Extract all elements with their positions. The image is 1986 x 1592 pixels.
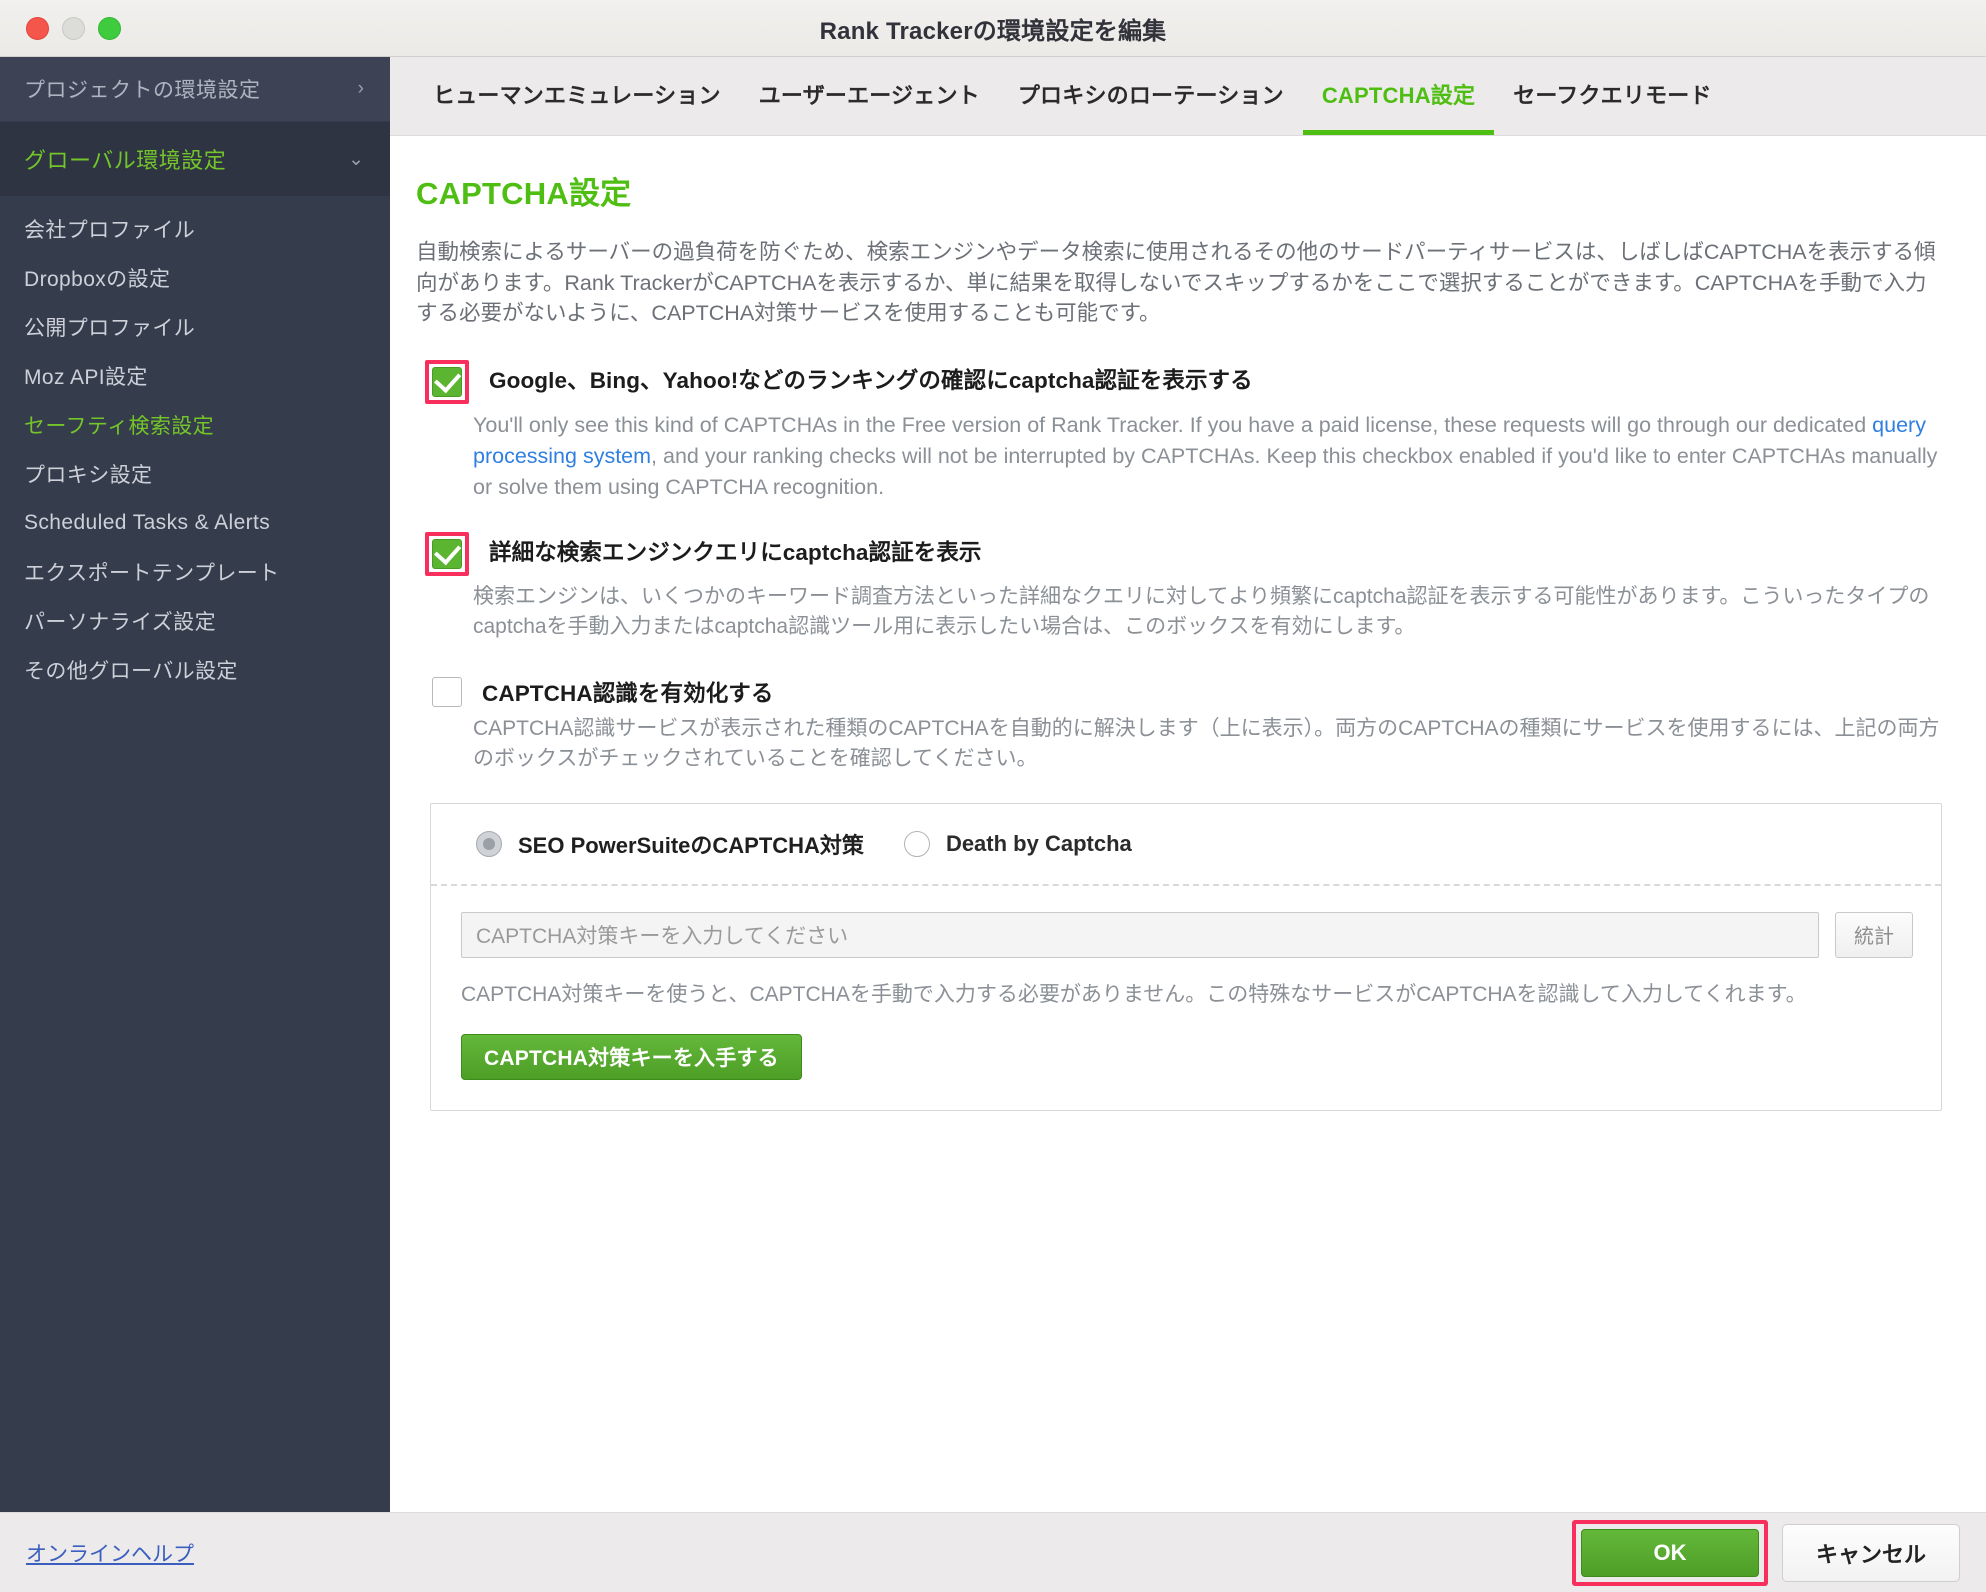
dialog-footer: オンラインヘルプ OK キャンセル	[0, 1512, 1986, 1592]
preferences-window: Rank Trackerの環境設定を編集 プロジェクトの環境設定 › グローバル…	[0, 0, 1986, 1592]
captcha-key-row: CAPTCHA対策キーを入力してください 統計	[431, 886, 1941, 958]
close-window-icon[interactable]	[26, 16, 49, 40]
sidebar-item-public-profile[interactable]: 公開プロファイル	[0, 302, 390, 351]
captcha-settings-pane: CAPTCHA設定 自動検索によるサーバーの過負荷を防ぐため、検索エンジンやデー…	[390, 136, 1986, 1512]
traffic-light-buttons	[26, 16, 121, 40]
checkbox-3-description: CAPTCHA認識サービスが表示された種類のCAPTCHAを自動的に解決します（…	[473, 717, 1940, 771]
tab-user-agent[interactable]: ユーザーエージェント	[740, 57, 999, 135]
statistics-button[interactable]: 統計	[1835, 911, 1913, 958]
checkbox-2-description: 検索エンジンは、いくつかのキーワード調査方法といった詳細なクエリに対してより頻繁…	[473, 584, 1930, 638]
highlight-outline-checkbox-1	[425, 359, 469, 404]
highlight-outline-checkbox-2	[425, 531, 469, 576]
tab-label: ヒューマンエミュレーション	[433, 82, 721, 108]
footer-buttons: OK キャンセル	[1572, 1519, 1960, 1586]
checkbox-row-show-captcha-detailed-query[interactable]: 詳細な検索エンジンクエリにcaptcha認証を表示	[416, 531, 1942, 576]
checkbox-label: Google、Bing、Yahoo!などのランキングの確認にcaptcha認証を…	[489, 367, 1253, 393]
sidebar-item-proxy-settings[interactable]: プロキシ設定	[0, 449, 390, 498]
checkbox-enable-captcha-recognition[interactable]	[432, 677, 462, 708]
captcha-service-radio-group: SEO PowerSuiteのCAPTCHA対策 Death by Captch…	[431, 804, 1941, 886]
ok-button[interactable]: OK	[1581, 1528, 1759, 1577]
chevron-down-icon: ⌄	[348, 148, 364, 170]
cancel-button[interactable]: キャンセル	[1782, 1523, 1960, 1582]
sidebar-item-label: Scheduled Tasks & Alerts	[24, 510, 271, 534]
radio-label-death-by-captcha: Death by Captcha	[945, 830, 1132, 856]
sidebar-item-other-global-settings[interactable]: その他グローバル設定	[0, 645, 390, 694]
tab-label: セーフクエリモード	[1513, 82, 1712, 108]
sidebar-project-label: プロジェクトの環境設定	[24, 79, 261, 102]
checkbox-label: 詳細な検索エンジンクエリにcaptcha認証を表示	[489, 539, 982, 565]
minimize-window-icon[interactable]	[62, 16, 85, 40]
sidebar-item-label: プロキシ設定	[24, 463, 153, 487]
online-help-link[interactable]: オンラインヘルプ	[26, 1538, 194, 1568]
captcha-service-box: SEO PowerSuiteのCAPTCHA対策 Death by Captch…	[430, 802, 1942, 1111]
page-title: CAPTCHA設定	[416, 176, 632, 211]
sidebar-item-label: セーフティ検索設定	[24, 414, 215, 438]
sidebar-item-label: 会社プロファイル	[24, 218, 196, 242]
title-bar: Rank Trackerの環境設定を編集	[0, 0, 1986, 57]
sidebar-item-personalize-settings[interactable]: パーソナライズ設定	[0, 596, 390, 645]
description-text-part-2: , and your ranking checks will not be in…	[473, 443, 1938, 500]
sidebar-item-label: 公開プロファイル	[24, 316, 196, 340]
get-captcha-key-button[interactable]: CAPTCHA対策キーを入手する	[461, 1033, 802, 1080]
sidebar-item-scheduled-tasks-alerts[interactable]: Scheduled Tasks & Alerts	[0, 498, 390, 547]
sidebar: プロジェクトの環境設定 › グローバル環境設定 ⌄ 会社プロファイル Dropb…	[0, 57, 390, 1512]
sidebar-item-list: 会社プロファイル Dropboxの設定 公開プロファイル Moz API設定 セ…	[0, 196, 390, 694]
window-body: プロジェクトの環境設定 › グローバル環境設定 ⌄ 会社プロファイル Dropb…	[0, 57, 1986, 1512]
sidebar-item-project-preferences[interactable]: プロジェクトの環境設定 ›	[0, 57, 390, 122]
tab-label: CAPTCHA設定	[1321, 82, 1476, 108]
captcha-key-description: CAPTCHA対策キーを使うと、CAPTCHAを手動で入力する必要がありません。…	[461, 982, 1807, 1006]
sidebar-item-label: Dropboxの設定	[24, 267, 171, 291]
checkbox-show-captcha-detailed-query[interactable]	[432, 538, 462, 569]
tab-label: プロキシのローテーション	[1017, 82, 1284, 108]
sidebar-item-label: パーソナライズ設定	[24, 610, 216, 634]
tab-bar: ヒューマンエミュレーション ユーザーエージェント プロキシのローテーション CA…	[390, 57, 1986, 136]
sidebar-item-export-templates[interactable]: エクスポートテンプレート	[0, 547, 390, 596]
sidebar-group-label: グローバル環境設定	[24, 148, 227, 173]
checkbox-1-description: You'll only see this kind of CAPTCHAs in…	[473, 410, 1942, 504]
checkbox-show-captcha-rank-check[interactable]	[432, 366, 462, 397]
radio-seo-powersuite-captcha[interactable]	[476, 830, 502, 857]
sidebar-item-label: エクスポートテンプレート	[24, 561, 280, 585]
window-title: Rank Trackerの環境設定を編集	[819, 17, 1167, 45]
content-area: ヒューマンエミュレーション ユーザーエージェント プロキシのローテーション CA…	[390, 57, 1986, 1512]
description-text-part-1: You'll only see this kind of CAPTCHAs in…	[473, 412, 1873, 437]
checkbox-row-enable-captcha-recognition[interactable]: CAPTCHA認識を有効化する	[416, 672, 1942, 708]
sidebar-item-label: Moz API設定	[24, 365, 148, 389]
radio-death-by-captcha[interactable]	[903, 830, 930, 857]
sidebar-item-company-profile[interactable]: 会社プロファイル	[0, 204, 390, 253]
sidebar-group-global-preferences[interactable]: グローバル環境設定 ⌄	[0, 122, 390, 196]
radio-label-seo-powersuite: SEO PowerSuiteのCAPTCHA対策	[518, 832, 864, 858]
sidebar-item-dropbox-settings[interactable]: Dropboxの設定	[0, 253, 390, 302]
captcha-key-input[interactable]: CAPTCHA対策キーを入力してください	[461, 911, 1819, 958]
checkbox-label: CAPTCHA認識を有効化する	[482, 681, 774, 707]
sidebar-item-label: その他グローバル設定	[24, 659, 238, 683]
chevron-right-icon: ›	[357, 78, 364, 99]
checkbox-row-show-captcha-rank-check[interactable]: Google、Bing、Yahoo!などのランキングの確認にcaptcha認証を…	[416, 359, 1942, 404]
tab-label: ユーザーエージェント	[758, 82, 980, 108]
tab-human-emulation[interactable]: ヒューマンエミュレーション	[414, 57, 740, 135]
highlight-outline-ok-button: OK	[1572, 1519, 1768, 1586]
tab-captcha-settings[interactable]: CAPTCHA設定	[1302, 57, 1495, 135]
tab-proxy-rotation[interactable]: プロキシのローテーション	[999, 57, 1303, 135]
sidebar-filler	[0, 694, 390, 1512]
intro-paragraph: 自動検索によるサーバーの過負荷を防ぐため、検索エンジンやデータ検索に使用されるそ…	[416, 240, 1936, 326]
tab-safe-query-mode[interactable]: セーフクエリモード	[1494, 57, 1730, 135]
sidebar-item-safety-search-settings[interactable]: セーフティ検索設定	[0, 400, 390, 449]
zoom-window-icon[interactable]	[98, 16, 121, 40]
sidebar-item-moz-api-settings[interactable]: Moz API設定	[0, 351, 390, 400]
